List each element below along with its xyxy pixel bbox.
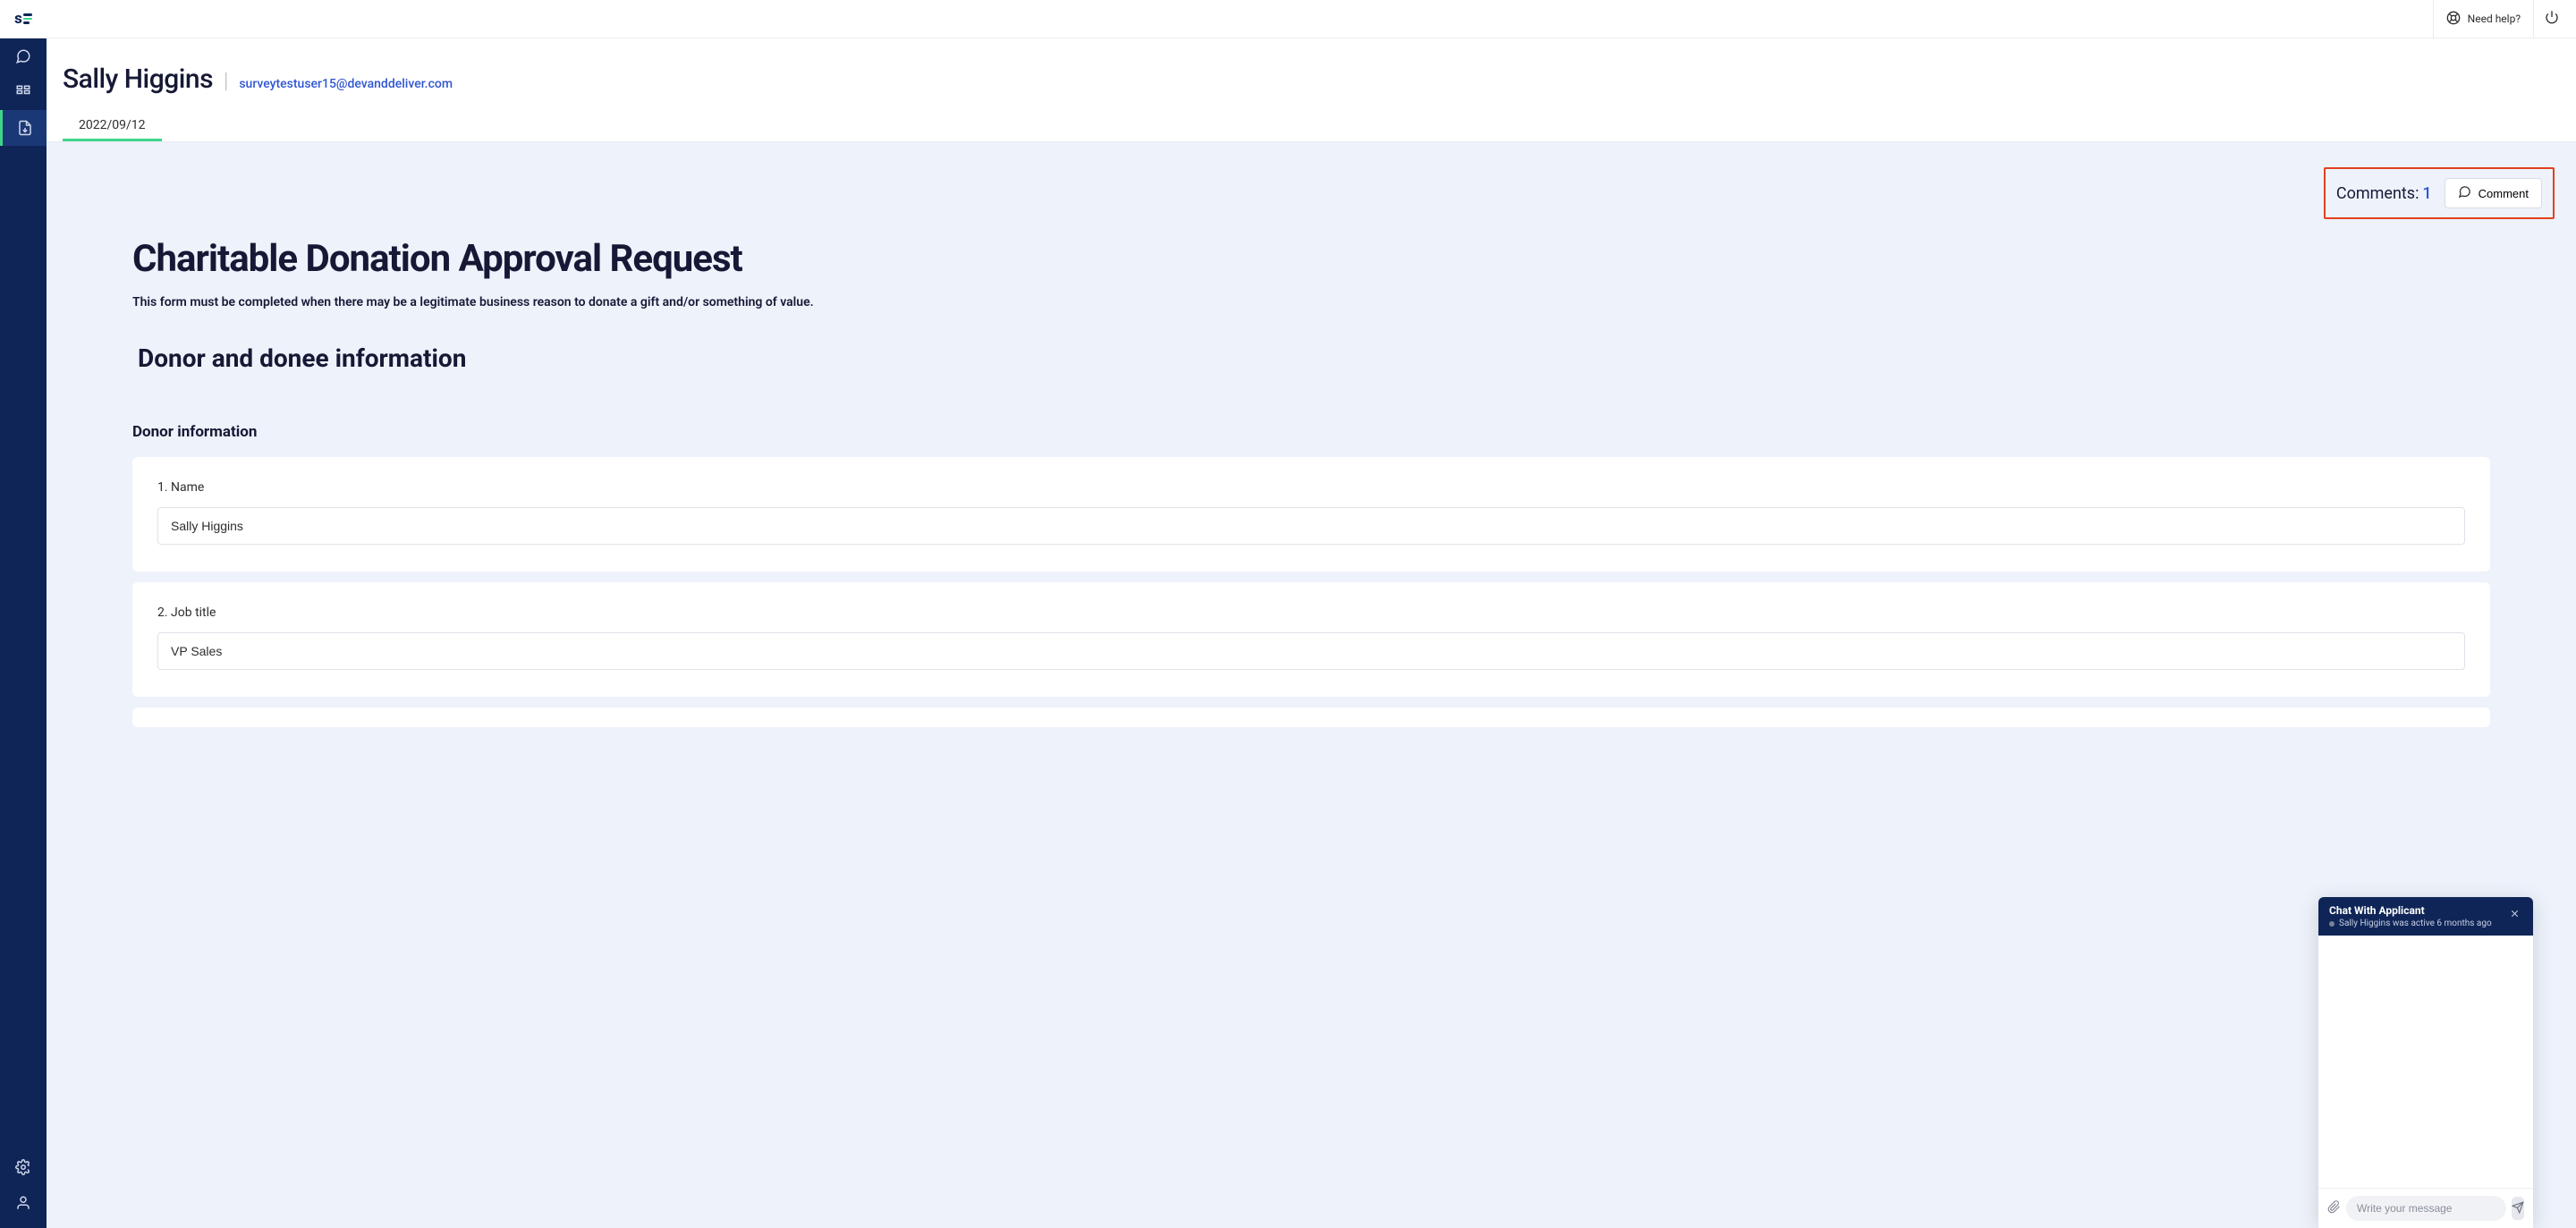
paperclip-icon [2327,1200,2341,1217]
chat-close-button[interactable] [2507,904,2522,925]
tab-label: 2022/09/12 [79,118,146,132]
jobtitle-input[interactable] [157,632,2465,670]
send-icon [2512,1200,2524,1217]
person-email-link[interactable]: surveytestuser15@devanddeliver.com [239,77,453,91]
close-icon [2509,906,2521,923]
sidebar-item-settings[interactable] [0,1149,47,1185]
chat-title: Chat With Applicant [2329,904,2492,917]
comment-icon [2458,185,2471,201]
chat-widget: Chat With Applicant Sally Higgins was ac… [2318,897,2533,1228]
form-title: Charitable Donation Approval Request [132,237,2490,281]
comments-label: Comments: [2336,184,2419,203]
power-icon [2545,10,2559,28]
person-name: Sally Higgins [63,64,213,95]
chat-send-button[interactable] [2512,1197,2524,1220]
field-label: 1. Name [157,480,2465,495]
field-card-next [132,707,2490,727]
chat-header: Chat With Applicant Sally Higgins was ac… [2318,897,2533,936]
chat-message-input[interactable] [2346,1196,2506,1221]
logout-button[interactable] [2533,0,2569,38]
form-description: This form must be completed when there m… [132,295,2490,309]
field-card-name: 1. Name [132,457,2490,572]
document-export-icon [17,120,33,136]
chat-attach-button[interactable] [2327,1200,2341,1217]
chat-body [2318,936,2533,1188]
chat-bubble-icon [15,48,31,64]
field-label: 2. Job title [157,606,2465,620]
sidebar-item-profile[interactable] [0,1185,47,1221]
name-input[interactable] [157,507,2465,545]
status-dot-icon [2329,921,2334,927]
divider: | [224,68,228,93]
field-card-jobtitle: 2. Job title [132,582,2490,697]
chat-input-row [2318,1188,2533,1228]
app-logo[interactable]: s [0,0,47,38]
tab-date[interactable]: 2022/09/12 [63,111,162,141]
sidebar-item-chat[interactable] [0,38,47,74]
gear-icon [15,1159,31,1175]
need-help-label: Need help? [2468,13,2521,25]
list-grid-icon [15,84,31,100]
subsection-title: Donor information [132,423,2490,441]
need-help-button[interactable]: Need help? [2433,0,2533,38]
sidebar: s [0,0,47,1228]
add-comment-button[interactable]: Comment [2445,178,2542,208]
section-title: Donor and donee information [138,343,2490,373]
life-ring-icon [2446,11,2461,28]
sidebar-item-surveys[interactable] [0,74,47,110]
comments-summary: Comments: 1 Comment [2324,167,2555,219]
chat-status: Sally Higgins was active 6 months ago [2339,919,2492,928]
sidebar-item-documents[interactable] [0,110,47,146]
comments-count[interactable]: 1 [2422,184,2431,203]
topbar: Need help? [47,0,2576,38]
comment-button-label: Comment [2479,187,2529,200]
user-icon [15,1195,31,1211]
